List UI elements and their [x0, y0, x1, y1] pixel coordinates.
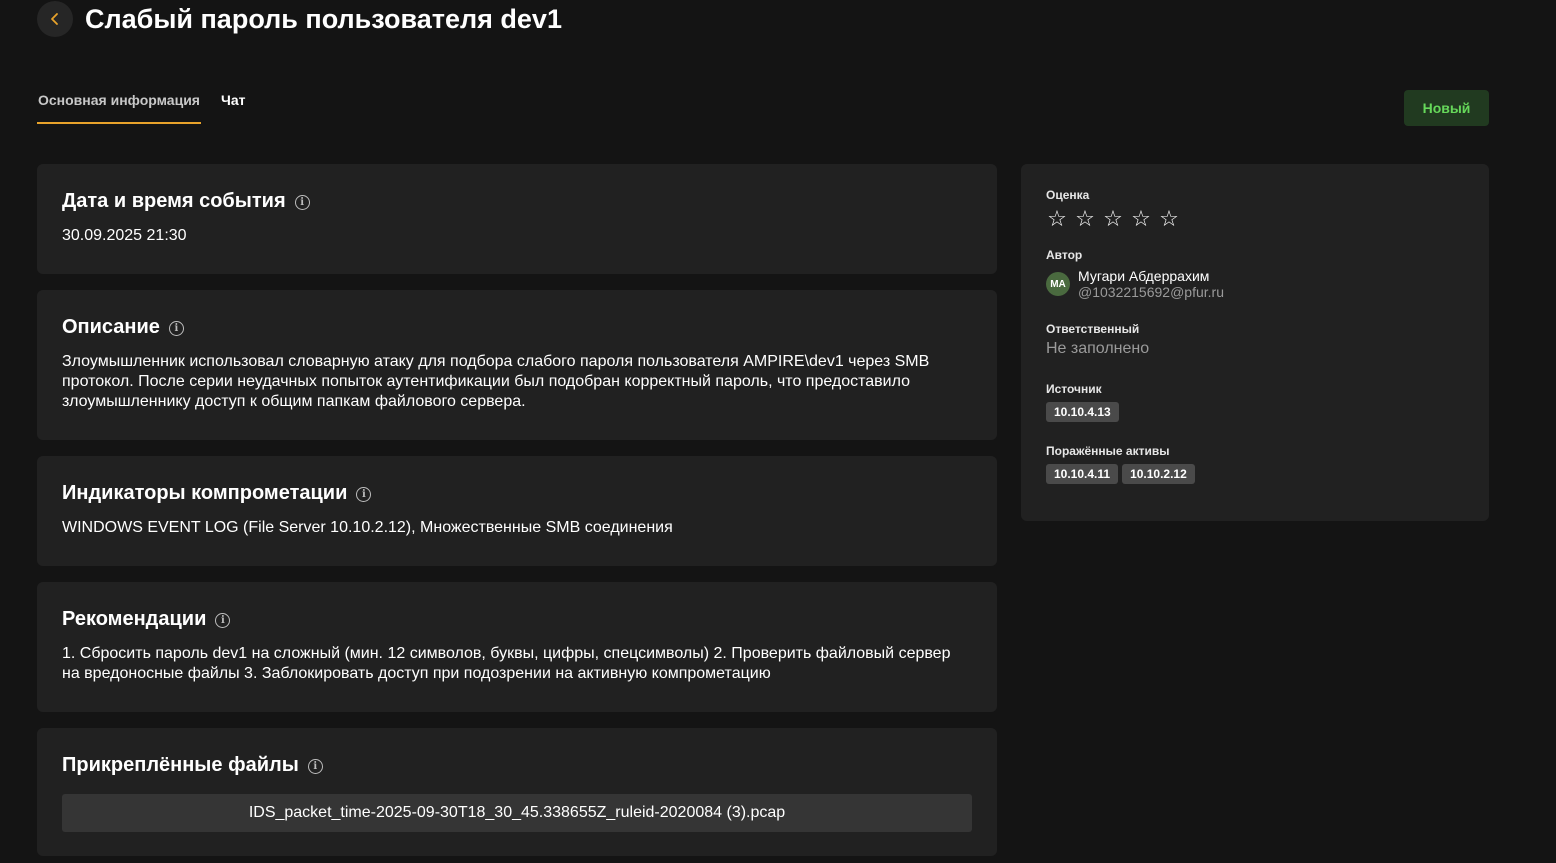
rating-label: Оценка	[1046, 188, 1090, 202]
affected-label: Поражённые активы	[1046, 444, 1170, 458]
tab-chat[interactable]: Чат	[220, 88, 246, 124]
info-icon[interactable]: i	[215, 613, 231, 628]
star-icon[interactable]: ☆	[1130, 206, 1152, 232]
ip-chip: 10.10.2.12	[1122, 464, 1195, 484]
star-icon[interactable]: ☆	[1074, 206, 1096, 232]
ip-chip: 10.10.4.11	[1046, 464, 1119, 484]
star-icon[interactable]: ☆	[1158, 206, 1180, 232]
files-card: Прикреплённые файлы i IDS_packet_time-20…	[37, 728, 997, 856]
tab-main-info[interactable]: Основная информация	[37, 88, 201, 124]
datetime-card: Дата и время события i 30.09.2025 21:30	[37, 164, 997, 274]
author-label: Автор	[1046, 248, 1083, 262]
indicators-card: Индикаторы компрометации i WINDOWS EVENT…	[37, 456, 997, 566]
indicators-text: WINDOWS EVENT LOG (File Server 10.10.2.1…	[62, 519, 673, 536]
page-header: Слабый пароль пользователя dev1	[37, 0, 562, 38]
description-text: Злоумышленник использовал словарную атак…	[62, 353, 930, 410]
files-title: Прикреплённые файлы	[62, 754, 299, 776]
attached-file[interactable]: IDS_packet_time-2025-09-30T18_30_45.3386…	[62, 794, 972, 832]
recommendations-text: 1. Сбросить пароль dev1 на сложный (мин.…	[62, 645, 951, 682]
info-icon[interactable]: i	[356, 487, 372, 502]
author-email: @1032215692@pfur.ru	[1078, 284, 1224, 300]
datetime-title: Дата и время события	[62, 190, 286, 212]
info-icon[interactable]: i	[168, 321, 184, 336]
star-icon[interactable]: ☆	[1102, 206, 1124, 232]
description-card: Описание i Злоумышленник использовал сло…	[37, 290, 997, 440]
description-title: Описание	[62, 316, 160, 338]
author: MA Мугари Абдеррахим @1032215692@pfur.ru	[1046, 268, 1464, 300]
card-title: Рекомендации i	[62, 606, 972, 632]
affected-list: 10.10.4.11 10.10.2.12	[1046, 464, 1464, 484]
responsible-value[interactable]: Не заполнено	[1046, 340, 1464, 358]
card-title: Прикреплённые файлы i	[62, 752, 972, 778]
avatar: MA	[1046, 272, 1070, 296]
rating-stars: ☆ ☆ ☆ ☆ ☆	[1046, 206, 1464, 232]
card-title: Индикаторы компрометации i	[62, 480, 972, 506]
event-datetime: 30.09.2025 21:30	[62, 227, 187, 244]
source-label: Источник	[1046, 382, 1102, 396]
ip-chip: 10.10.4.13	[1046, 402, 1119, 422]
details-panel: Оценка ☆ ☆ ☆ ☆ ☆ Автор MA Мугари Абдерра…	[1021, 164, 1489, 521]
back-button[interactable]	[37, 1, 73, 37]
recommendations-card: Рекомендации i 1. Сбросить пароль dev1 н…	[37, 582, 997, 712]
recommendations-title: Рекомендации	[62, 608, 207, 630]
info-icon[interactable]: i	[307, 759, 323, 774]
indicators-title: Индикаторы компрометации	[62, 482, 348, 504]
card-title: Описание i	[62, 314, 972, 340]
status-badge[interactable]: Новый	[1404, 90, 1489, 126]
chevron-left-icon	[51, 13, 58, 25]
author-name: Мугари Абдеррахим	[1078, 268, 1210, 284]
card-title: Дата и время события i	[62, 188, 972, 214]
responsible-label: Ответственный	[1046, 322, 1140, 336]
page-title: Слабый пароль пользователя dev1	[85, 4, 562, 34]
tab-bar: Основная информация Чат	[37, 88, 246, 124]
info-icon[interactable]: i	[294, 195, 310, 210]
star-icon[interactable]: ☆	[1046, 206, 1068, 232]
source-list: 10.10.4.13	[1046, 402, 1464, 422]
